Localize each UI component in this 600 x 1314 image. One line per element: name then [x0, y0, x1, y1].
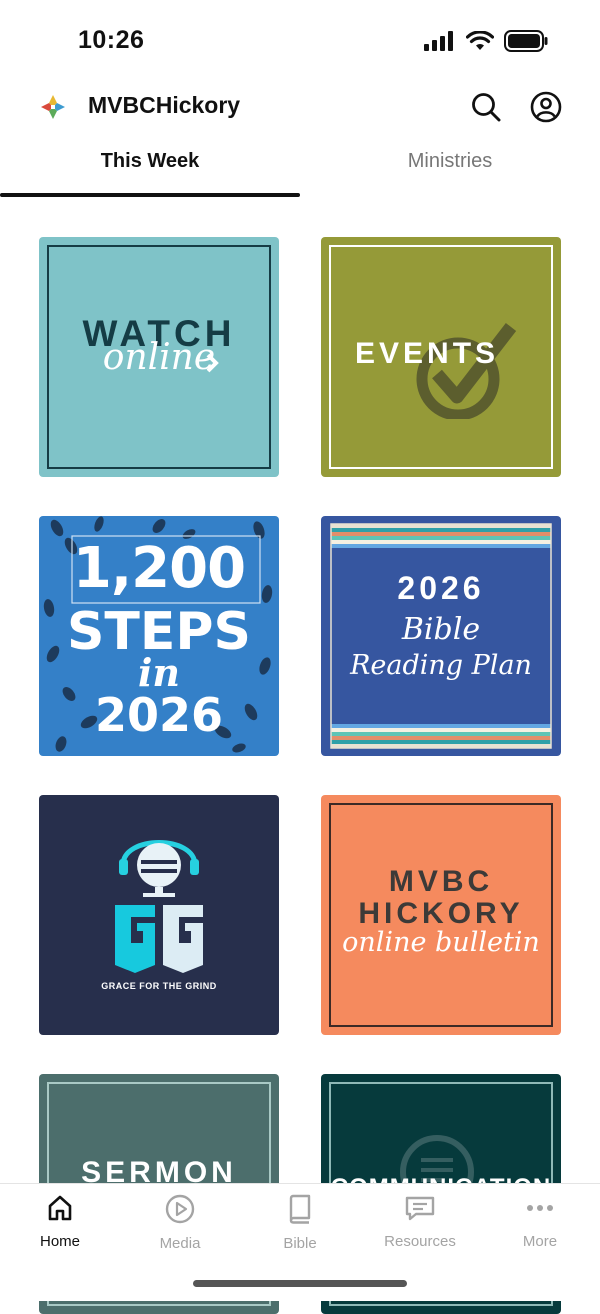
status-icons [424, 30, 548, 52]
tab-this-week[interactable]: This Week [0, 150, 300, 173]
nav-media-label: Media [159, 1235, 201, 1252]
search-icon [472, 93, 501, 122]
message-icon [405, 1196, 435, 1221]
nav-home[interactable]: Home [0, 1194, 120, 1250]
tile-events[interactable]: EVENTS [321, 237, 561, 477]
more-icon [527, 1205, 553, 1211]
tile-watch-online[interactable]: WATCH online [39, 237, 279, 477]
battery-icon [504, 30, 548, 52]
signal-icon [424, 31, 453, 51]
tile-online-bulletin[interactable]: MVBC HICKORY online bulletin [321, 795, 561, 1035]
steps-number: 1,200 [72, 536, 246, 601]
events-title: EVENTS [355, 337, 500, 370]
tile-grace-for-the-grind[interactable]: GRACE FOR THE GRIND [39, 795, 279, 1035]
chevron-right-icon [206, 353, 219, 373]
nav-media[interactable]: Media [120, 1194, 240, 1252]
status-bar: 10:26 [0, 0, 600, 80]
play-icon [165, 1194, 195, 1224]
nav-more[interactable]: More [480, 1194, 600, 1250]
nav-resources-label: Resources [384, 1233, 456, 1250]
book-icon [289, 1194, 311, 1224]
wifi-icon [466, 31, 494, 50]
nav-resources[interactable]: Resources [360, 1194, 480, 1250]
watch-subtitle: online [102, 337, 216, 378]
home-icon [48, 1195, 72, 1221]
church-logo-icon [41, 95, 65, 119]
reading-bible: Bible [401, 612, 481, 647]
status-time: 10:26 [78, 26, 145, 54]
tab-ministries[interactable]: Ministries [300, 150, 600, 173]
home-indicator[interactable] [193, 1280, 407, 1287]
bulletin-line2: HICKORY [358, 897, 524, 930]
grind-caption: GRACE FOR THE GRIND [101, 981, 217, 991]
nav-bible[interactable]: Bible [240, 1194, 360, 1252]
app-title: MVBCHickory [88, 92, 241, 118]
tile-bible-reading-plan[interactable]: 2026 Bible Reading Plan [321, 516, 561, 756]
account-icon [530, 91, 562, 123]
steps-year: 2026 [94, 688, 224, 742]
profile-button[interactable] [529, 90, 563, 124]
podcast-microphone-icon [115, 840, 203, 973]
bulletin-line1: MVBC [388, 865, 494, 898]
tile-steps-2026[interactable]: 1,200 STEPS in 2026 [39, 516, 279, 756]
bulletin-line3: online bulletin [342, 927, 540, 958]
reading-plan: Reading Plan [350, 650, 532, 681]
nav-bible-label: Bible [283, 1235, 317, 1252]
nav-home-label: Home [39, 1233, 80, 1250]
search-button[interactable] [469, 90, 503, 124]
reading-year: 2026 [397, 570, 485, 606]
nav-more-label: More [522, 1233, 558, 1250]
active-tab-indicator [0, 193, 300, 197]
